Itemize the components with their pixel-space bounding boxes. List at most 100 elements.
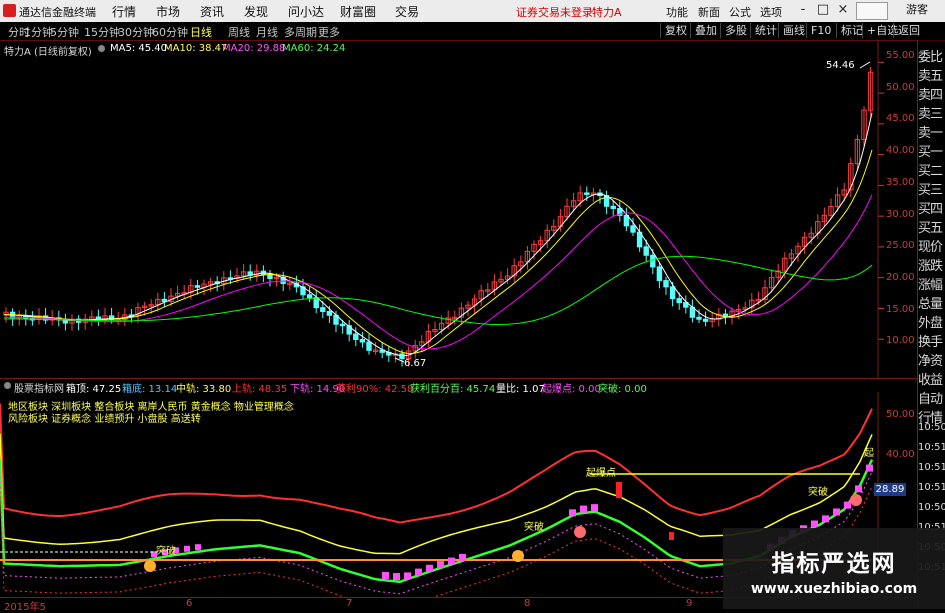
menu-options[interactable]: 选项: [760, 4, 782, 20]
menu-function[interactable]: 功能: [666, 4, 688, 20]
side-item-3[interactable]: 卖三: [918, 103, 945, 122]
x-tick: 9: [686, 598, 693, 609]
side-item-16[interactable]: 净资: [918, 350, 945, 369]
close-icon[interactable]: ×: [835, 2, 851, 17]
volume-block: [195, 544, 201, 551]
x-tick: 2015年5: [4, 602, 46, 613]
candle-body: [650, 254, 656, 268]
period-3[interactable]: 15分钟: [84, 24, 120, 40]
side-item-18[interactable]: 自动: [918, 388, 945, 407]
tool-0[interactable]: 复权: [660, 23, 691, 38]
tupo-label-left: 突破: [156, 546, 176, 557]
menu-newface[interactable]: 新面: [698, 4, 720, 20]
current-value-badge: 28.89: [874, 483, 906, 496]
price-chart[interactable]: [0, 40, 918, 378]
tool-1[interactable]: 叠加: [690, 23, 721, 38]
low-annotation: 6.67: [404, 358, 427, 369]
volume-block: [580, 505, 587, 513]
panel-divider: [0, 378, 918, 379]
x-tick: 7: [346, 598, 353, 609]
side-item-15[interactable]: 换手: [918, 331, 945, 350]
menu-wealth[interactable]: 财富圈: [340, 3, 376, 20]
empty-field[interactable]: [856, 2, 888, 20]
side-item-17[interactable]: 收益: [918, 369, 945, 388]
candle-body: [339, 323, 346, 327]
side-item-13[interactable]: 总量: [918, 293, 945, 312]
period-6[interactable]: 日线: [190, 24, 212, 40]
signal-marker: [574, 526, 586, 538]
period-8[interactable]: 月线: [256, 24, 278, 40]
period-2[interactable]: 5分钟: [50, 24, 79, 40]
price-tick: 45.00: [886, 113, 915, 125]
tool-5[interactable]: F10: [806, 23, 835, 38]
tool-4[interactable]: 画线: [778, 23, 809, 38]
menu-formula[interactable]: 公式: [729, 4, 751, 20]
menu-discover[interactable]: 发现: [244, 3, 268, 20]
price-tick: 20.00: [886, 271, 915, 283]
side-item-12[interactable]: 涨幅: [918, 274, 945, 293]
candle-body: [306, 294, 313, 299]
candle-body: [194, 285, 201, 288]
side-item-6[interactable]: 买二: [918, 160, 945, 179]
side-item-10[interactable]: 现价: [918, 236, 945, 255]
volume-block: [822, 515, 829, 523]
volume-block: [855, 485, 862, 493]
side-item-14[interactable]: 外盘: [918, 312, 945, 331]
ma60-line: [4, 255, 873, 326]
watermark-title: 指标严选网: [771, 551, 897, 577]
price-tick: 40.00: [886, 145, 915, 157]
menu-trade[interactable]: 交易: [395, 3, 419, 20]
candle-body: [353, 333, 359, 340]
period-4[interactable]: 30分钟: [118, 24, 154, 40]
time-tick: 10:50: [918, 502, 945, 513]
time-tick: 10:50: [918, 422, 945, 433]
volume-block: [459, 553, 466, 561]
side-item-11[interactable]: 涨跌: [918, 255, 945, 274]
volume-block: [591, 504, 598, 512]
ma10-line: [3, 149, 873, 355]
price-tick: 35.00: [886, 176, 915, 188]
side-item-8[interactable]: 买四: [918, 198, 945, 217]
side-item-0[interactable]: 委比: [918, 46, 945, 65]
menu-market[interactable]: 市场: [156, 3, 180, 20]
candle-body: [326, 310, 333, 316]
volume-block: [404, 572, 411, 580]
period-toolbar: 分时 1分钟 5分钟 15分钟 30分钟 60分钟 日线 周线 月线 多周期 更多 复权 叠加 多股 统计…: [0, 22, 945, 41]
menu-quote[interactable]: 行情: [112, 3, 136, 20]
candle-body: [584, 192, 590, 195]
minimize-icon[interactable]: -: [795, 2, 811, 17]
menu-xiaoda[interactable]: 问小达: [288, 3, 324, 20]
period-9[interactable]: 多周期: [284, 24, 317, 40]
signal-marker: [144, 560, 156, 572]
period-1[interactable]: 1分钟: [24, 24, 53, 40]
red-bar: [616, 482, 622, 498]
price-tick: 30.00: [886, 208, 915, 220]
candle-body: [359, 338, 366, 343]
login-status[interactable]: 证券交易未登录: [516, 4, 593, 20]
side-item-7[interactable]: 买三: [918, 179, 945, 198]
side-item-1[interactable]: 卖五: [918, 65, 945, 84]
candle-body: [643, 246, 649, 256]
tupo-label-mid: 突破: [524, 522, 544, 533]
indicator-tick: 50.00: [886, 409, 915, 420]
time-tick: 10:51: [918, 462, 945, 473]
watermark-box: 指标严选网 www.xuezhibiao.com: [723, 528, 945, 609]
side-item-9[interactable]: 买五: [918, 217, 945, 236]
volume-block: [833, 508, 840, 516]
candle-body: [320, 307, 326, 312]
volume-block: [448, 557, 455, 565]
menu-news[interactable]: 资讯: [200, 3, 224, 20]
tool-2[interactable]: 多股: [720, 23, 751, 38]
maximize-icon[interactable]: □: [815, 2, 831, 17]
tool-3[interactable]: 统计: [750, 23, 781, 38]
tupo-label-right: 突破: [808, 487, 828, 498]
volume-block: [569, 509, 576, 517]
x-tick: 6: [186, 598, 193, 609]
tool-8[interactable]: 返回: [893, 23, 924, 38]
period-10[interactable]: 更多: [318, 24, 340, 40]
side-item-5[interactable]: 买一: [918, 141, 945, 160]
period-5[interactable]: 60分钟: [152, 24, 188, 40]
period-7[interactable]: 周线: [228, 24, 250, 40]
side-item-2[interactable]: 卖四: [918, 84, 945, 103]
side-item-4[interactable]: 卖一: [918, 122, 945, 141]
